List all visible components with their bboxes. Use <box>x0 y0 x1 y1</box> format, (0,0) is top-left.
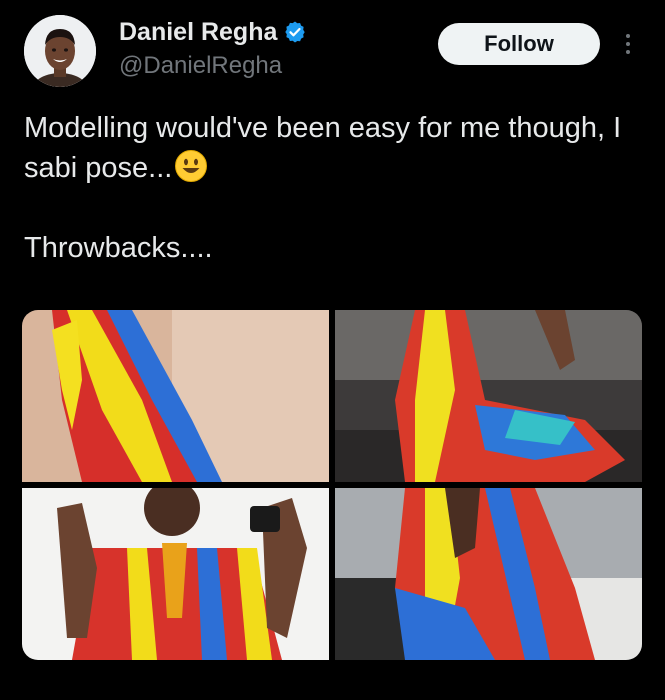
author-name-row[interactable]: Daniel Regha <box>119 16 307 48</box>
tweet-text-paragraph: Modelling would've been easy for me thou… <box>24 108 634 188</box>
tweet-text-line-2: Throwbacks.... <box>24 232 213 264</box>
media-grid <box>22 310 642 660</box>
photo-image-icon <box>22 488 329 660</box>
follow-button[interactable]: Follow <box>438 23 600 65</box>
more-options-icon[interactable] <box>619 28 637 60</box>
verified-badge-icon <box>283 20 307 44</box>
photo-image-icon <box>335 488 642 660</box>
tweet-photo-4[interactable] <box>335 488 642 660</box>
avatar-photo-icon <box>24 15 96 87</box>
photo-image-icon <box>22 310 329 482</box>
author-avatar[interactable] <box>24 15 96 87</box>
author-handle[interactable]: @DanielRegha <box>119 50 282 82</box>
tweet-text-line-1: Modelling would've been easy for me thou… <box>24 112 622 184</box>
photo-image-icon <box>335 310 642 482</box>
tweet-photo-3[interactable] <box>22 488 329 660</box>
author-display-name[interactable]: Daniel Regha <box>119 16 277 48</box>
tweet-photo-1[interactable] <box>22 310 329 482</box>
tweet-photo-2[interactable] <box>335 310 642 482</box>
tweet-text: Modelling would've been easy for me thou… <box>24 108 634 268</box>
more-dot <box>626 50 630 54</box>
smiley-face-icon <box>174 149 208 183</box>
more-dot <box>626 34 630 38</box>
more-dot <box>626 42 630 46</box>
